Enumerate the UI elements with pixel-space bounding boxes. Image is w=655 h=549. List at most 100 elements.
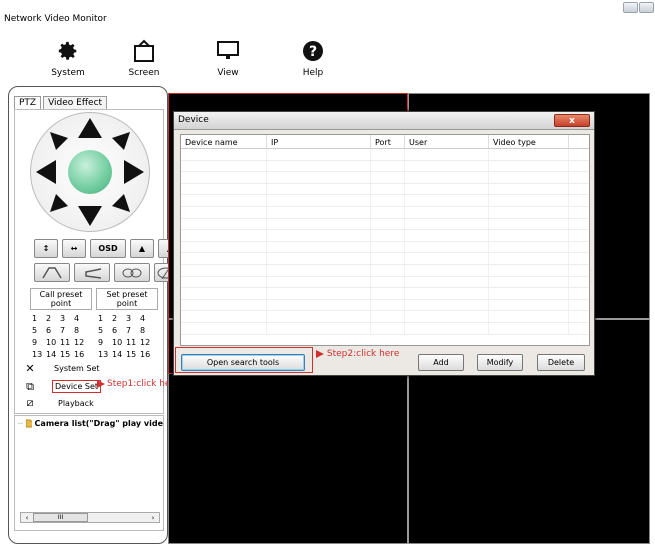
arrow-up-right-icon[interactable] xyxy=(112,132,130,150)
set-preset-8[interactable]: 8 xyxy=(140,326,154,335)
arrow-down-left-icon[interactable] xyxy=(50,194,68,212)
delete-button[interactable]: Delete xyxy=(537,354,585,371)
table-row[interactable] xyxy=(181,264,589,277)
zoom-horizontal-button[interactable]: ↔ xyxy=(62,239,86,258)
focus-near-button[interactable]: ▲ xyxy=(130,239,154,258)
arrow-right-icon[interactable] xyxy=(124,160,144,184)
call-preset-1[interactable]: 1 xyxy=(32,314,46,323)
table-row[interactable] xyxy=(181,276,589,289)
table-row[interactable] xyxy=(181,311,589,323)
table-row[interactable] xyxy=(181,241,589,254)
minimize-button[interactable] xyxy=(623,2,638,13)
call-preset-9[interactable]: 9 xyxy=(32,338,46,347)
table-row[interactable] xyxy=(181,183,589,196)
set-preset-12[interactable]: 12 xyxy=(140,338,154,347)
set-preset-15[interactable]: 15 xyxy=(126,350,140,359)
cruise-button[interactable] xyxy=(114,263,150,282)
iris-open-button[interactable] xyxy=(34,263,70,282)
toolbar-help-button[interactable]: ? Help xyxy=(283,36,343,78)
table-row[interactable] xyxy=(181,149,589,161)
app-title: Network Video Monitor xyxy=(4,14,107,24)
table-cell xyxy=(371,172,405,183)
table-row[interactable] xyxy=(181,230,589,242)
modify-button[interactable]: Modify xyxy=(477,354,523,371)
call-preset-11[interactable]: 11 xyxy=(60,338,74,347)
arrow-left-icon[interactable] xyxy=(36,160,56,184)
table-cell xyxy=(181,183,267,195)
toolbar-system-button[interactable]: System xyxy=(38,36,98,78)
column-port[interactable]: Port xyxy=(371,135,405,148)
table-cell xyxy=(371,288,405,299)
call-preset-2[interactable]: 2 xyxy=(46,314,60,323)
scroll-left-icon[interactable]: ‹ xyxy=(21,514,33,522)
call-preset-12[interactable]: 12 xyxy=(74,338,88,347)
menu-device-set[interactable]: ⧉ Device Set xyxy=(24,380,102,393)
call-preset-15[interactable]: 15 xyxy=(60,350,74,359)
table-row[interactable] xyxy=(181,160,589,173)
tab-video-effect[interactable]: Video Effect xyxy=(43,96,108,110)
call-preset-3[interactable]: 3 xyxy=(60,314,74,323)
camera-list-node[interactable]: ┈ Camera list("Drag" play vide xyxy=(18,419,163,428)
toolbar-screen-button[interactable]: Screen xyxy=(114,36,174,78)
toolbar-view-button[interactable]: View xyxy=(198,36,258,78)
set-preset-5[interactable]: 5 xyxy=(98,326,112,335)
column-user[interactable]: User xyxy=(405,135,489,148)
device-dialog: Device x Device name IP Port User Video … xyxy=(173,111,595,376)
table-cell xyxy=(181,230,267,241)
iris-close-button[interactable] xyxy=(74,263,110,282)
zoom-vertical-button[interactable]: ↕ xyxy=(34,239,58,258)
tab-ptz[interactable]: PTZ xyxy=(14,96,42,110)
table-row[interactable] xyxy=(181,172,589,184)
table-row[interactable] xyxy=(181,288,589,300)
scroll-thumb[interactable]: III xyxy=(33,513,88,522)
set-preset-3[interactable]: 3 xyxy=(126,314,140,323)
arrow-up-icon[interactable] xyxy=(78,118,102,138)
set-preset-4[interactable]: 4 xyxy=(140,314,154,323)
osd-button[interactable]: OSD xyxy=(90,239,126,258)
column-video-type[interactable]: Video type xyxy=(489,135,569,148)
table-row[interactable] xyxy=(181,195,589,207)
column-ip[interactable]: IP xyxy=(267,135,371,148)
maximize-button[interactable] xyxy=(639,2,654,13)
table-cell xyxy=(267,276,371,288)
call-preset-title: Call preset point xyxy=(30,288,92,310)
set-preset-6[interactable]: 6 xyxy=(112,326,126,335)
ptz-center-button[interactable] xyxy=(68,150,112,194)
set-preset-14[interactable]: 14 xyxy=(112,350,126,359)
set-preset-13[interactable]: 13 xyxy=(98,350,112,359)
set-preset-9[interactable]: 9 xyxy=(98,338,112,347)
menu-system-set[interactable]: ✕ System Set xyxy=(24,362,99,375)
call-preset-5[interactable]: 5 xyxy=(32,326,46,335)
call-preset-16[interactable]: 16 xyxy=(74,350,88,359)
set-preset-1[interactable]: 1 xyxy=(98,314,112,323)
column-device-name[interactable]: Device name xyxy=(181,135,267,148)
left-tabs: PTZ Video Effect xyxy=(14,96,109,110)
call-preset-8[interactable]: 8 xyxy=(74,326,88,335)
set-preset-16[interactable]: 16 xyxy=(140,350,154,359)
ptz-control-row-1: ↕ ↔ OSD ▲ ▲ xyxy=(34,239,182,258)
table-row[interactable] xyxy=(181,218,589,231)
playback-icon: ⧄ xyxy=(26,396,34,409)
table-row[interactable] xyxy=(181,322,589,335)
table-row[interactable] xyxy=(181,253,589,265)
table-row[interactable] xyxy=(181,299,589,312)
set-preset-11[interactable]: 11 xyxy=(126,338,140,347)
menu-playback[interactable]: ⧄ Playback xyxy=(24,396,94,409)
scroll-right-icon[interactable]: › xyxy=(147,514,159,522)
call-preset-14[interactable]: 14 xyxy=(46,350,60,359)
set-preset-10[interactable]: 10 xyxy=(112,338,126,347)
call-preset-13[interactable]: 13 xyxy=(32,350,46,359)
dialog-close-button[interactable]: x xyxy=(554,114,590,127)
arrow-up-left-icon[interactable] xyxy=(50,132,68,150)
add-button[interactable]: Add xyxy=(418,354,464,371)
arrow-down-right-icon[interactable] xyxy=(112,194,130,212)
arrow-down-icon[interactable] xyxy=(78,206,102,226)
horizontal-scrollbar[interactable]: ‹ III › xyxy=(20,512,160,523)
table-row[interactable] xyxy=(181,206,589,219)
call-preset-10[interactable]: 10 xyxy=(46,338,60,347)
call-preset-6[interactable]: 6 xyxy=(46,326,60,335)
set-preset-2[interactable]: 2 xyxy=(112,314,126,323)
set-preset-7[interactable]: 7 xyxy=(126,326,140,335)
call-preset-7[interactable]: 7 xyxy=(60,326,74,335)
call-preset-4[interactable]: 4 xyxy=(74,314,88,323)
